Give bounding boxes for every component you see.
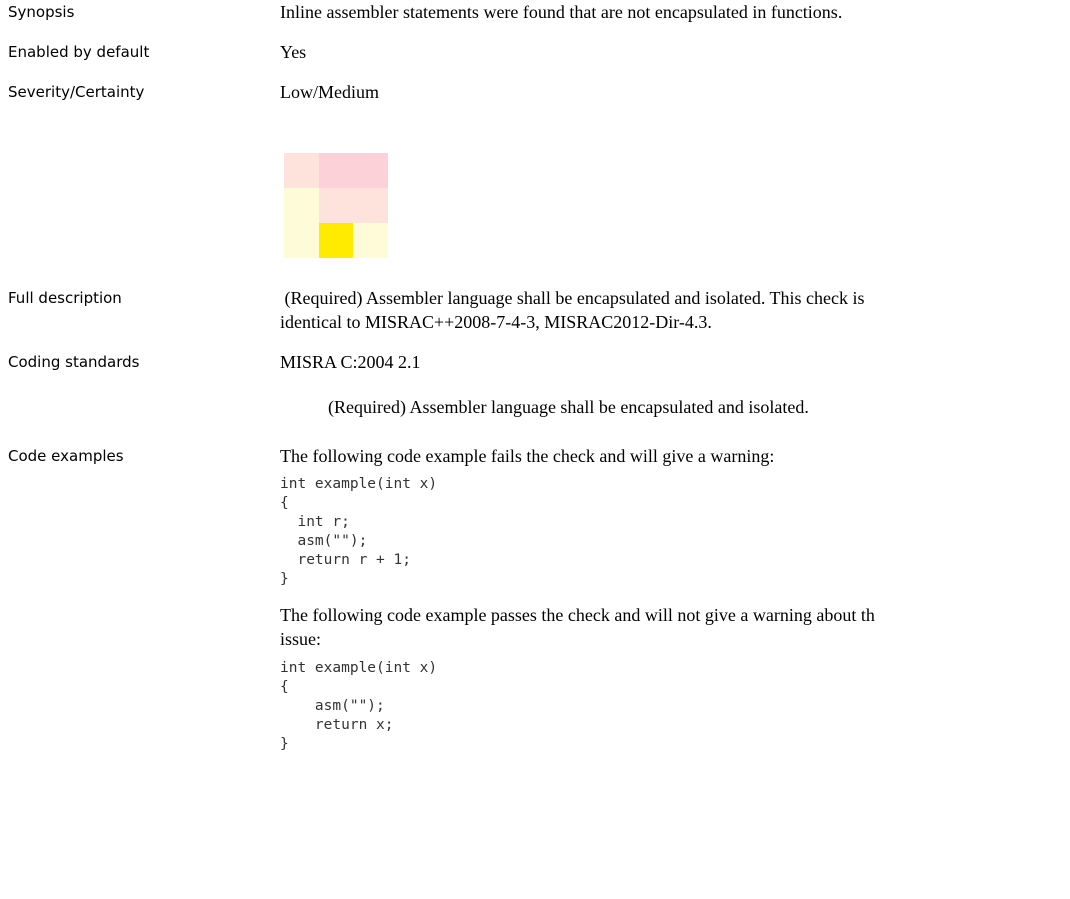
code-examples-label: Code examples [8, 447, 124, 465]
enabled-label: Enabled by default [8, 43, 150, 61]
matrix-cell-0-2 [353, 153, 388, 188]
matrix-cell-2-2 [353, 223, 388, 258]
full-description-label: Full description [8, 289, 122, 307]
pass-intro-line-2: issue: [280, 629, 322, 649]
full-description-text: (Required) Assembler language shall be e… [280, 286, 1070, 334]
matrix-cell-2-0 [284, 223, 319, 258]
full-description-line-1: (Required) Assembler language shall be e… [280, 288, 865, 308]
matrix-cell-2-1 [318, 223, 354, 258]
coding-standard-name: MISRA C:2004 2.1 [280, 352, 421, 372]
matrix-cell-1-0 [284, 188, 319, 223]
matrix-cell-0-0 [284, 153, 319, 188]
enabled-value: Yes [280, 42, 307, 62]
fail-example-intro: The following code example fails the che… [280, 446, 775, 466]
pass-code-block: int example(int x) { asm(""); return x; … [280, 660, 438, 752]
severity-value: Low/Medium [280, 82, 379, 102]
matrix-cell-0-1 [318, 153, 354, 188]
matrix-cell-1-1 [318, 188, 354, 223]
matrix-cell-1-2 [353, 188, 388, 223]
synopsis-text: Inline assembler statements were found t… [280, 2, 843, 22]
fail-code-block: int example(int x) { int r; asm(""); ret… [280, 476, 438, 587]
synopsis-label: Synopsis [8, 3, 75, 21]
pass-example-intro: The following code example passes the ch… [280, 603, 1070, 651]
coding-standard-rule: (Required) Assembler language shall be e… [328, 397, 809, 417]
coding-standards-label: Coding standards [8, 353, 140, 371]
full-description-line-2: identical to MISRAC++2008-7-4-3, MISRAC2… [280, 312, 712, 332]
severity-label: Severity/Certainty [8, 83, 145, 101]
severity-matrix [284, 153, 388, 258]
pass-intro-line-1: The following code example passes the ch… [280, 605, 875, 625]
